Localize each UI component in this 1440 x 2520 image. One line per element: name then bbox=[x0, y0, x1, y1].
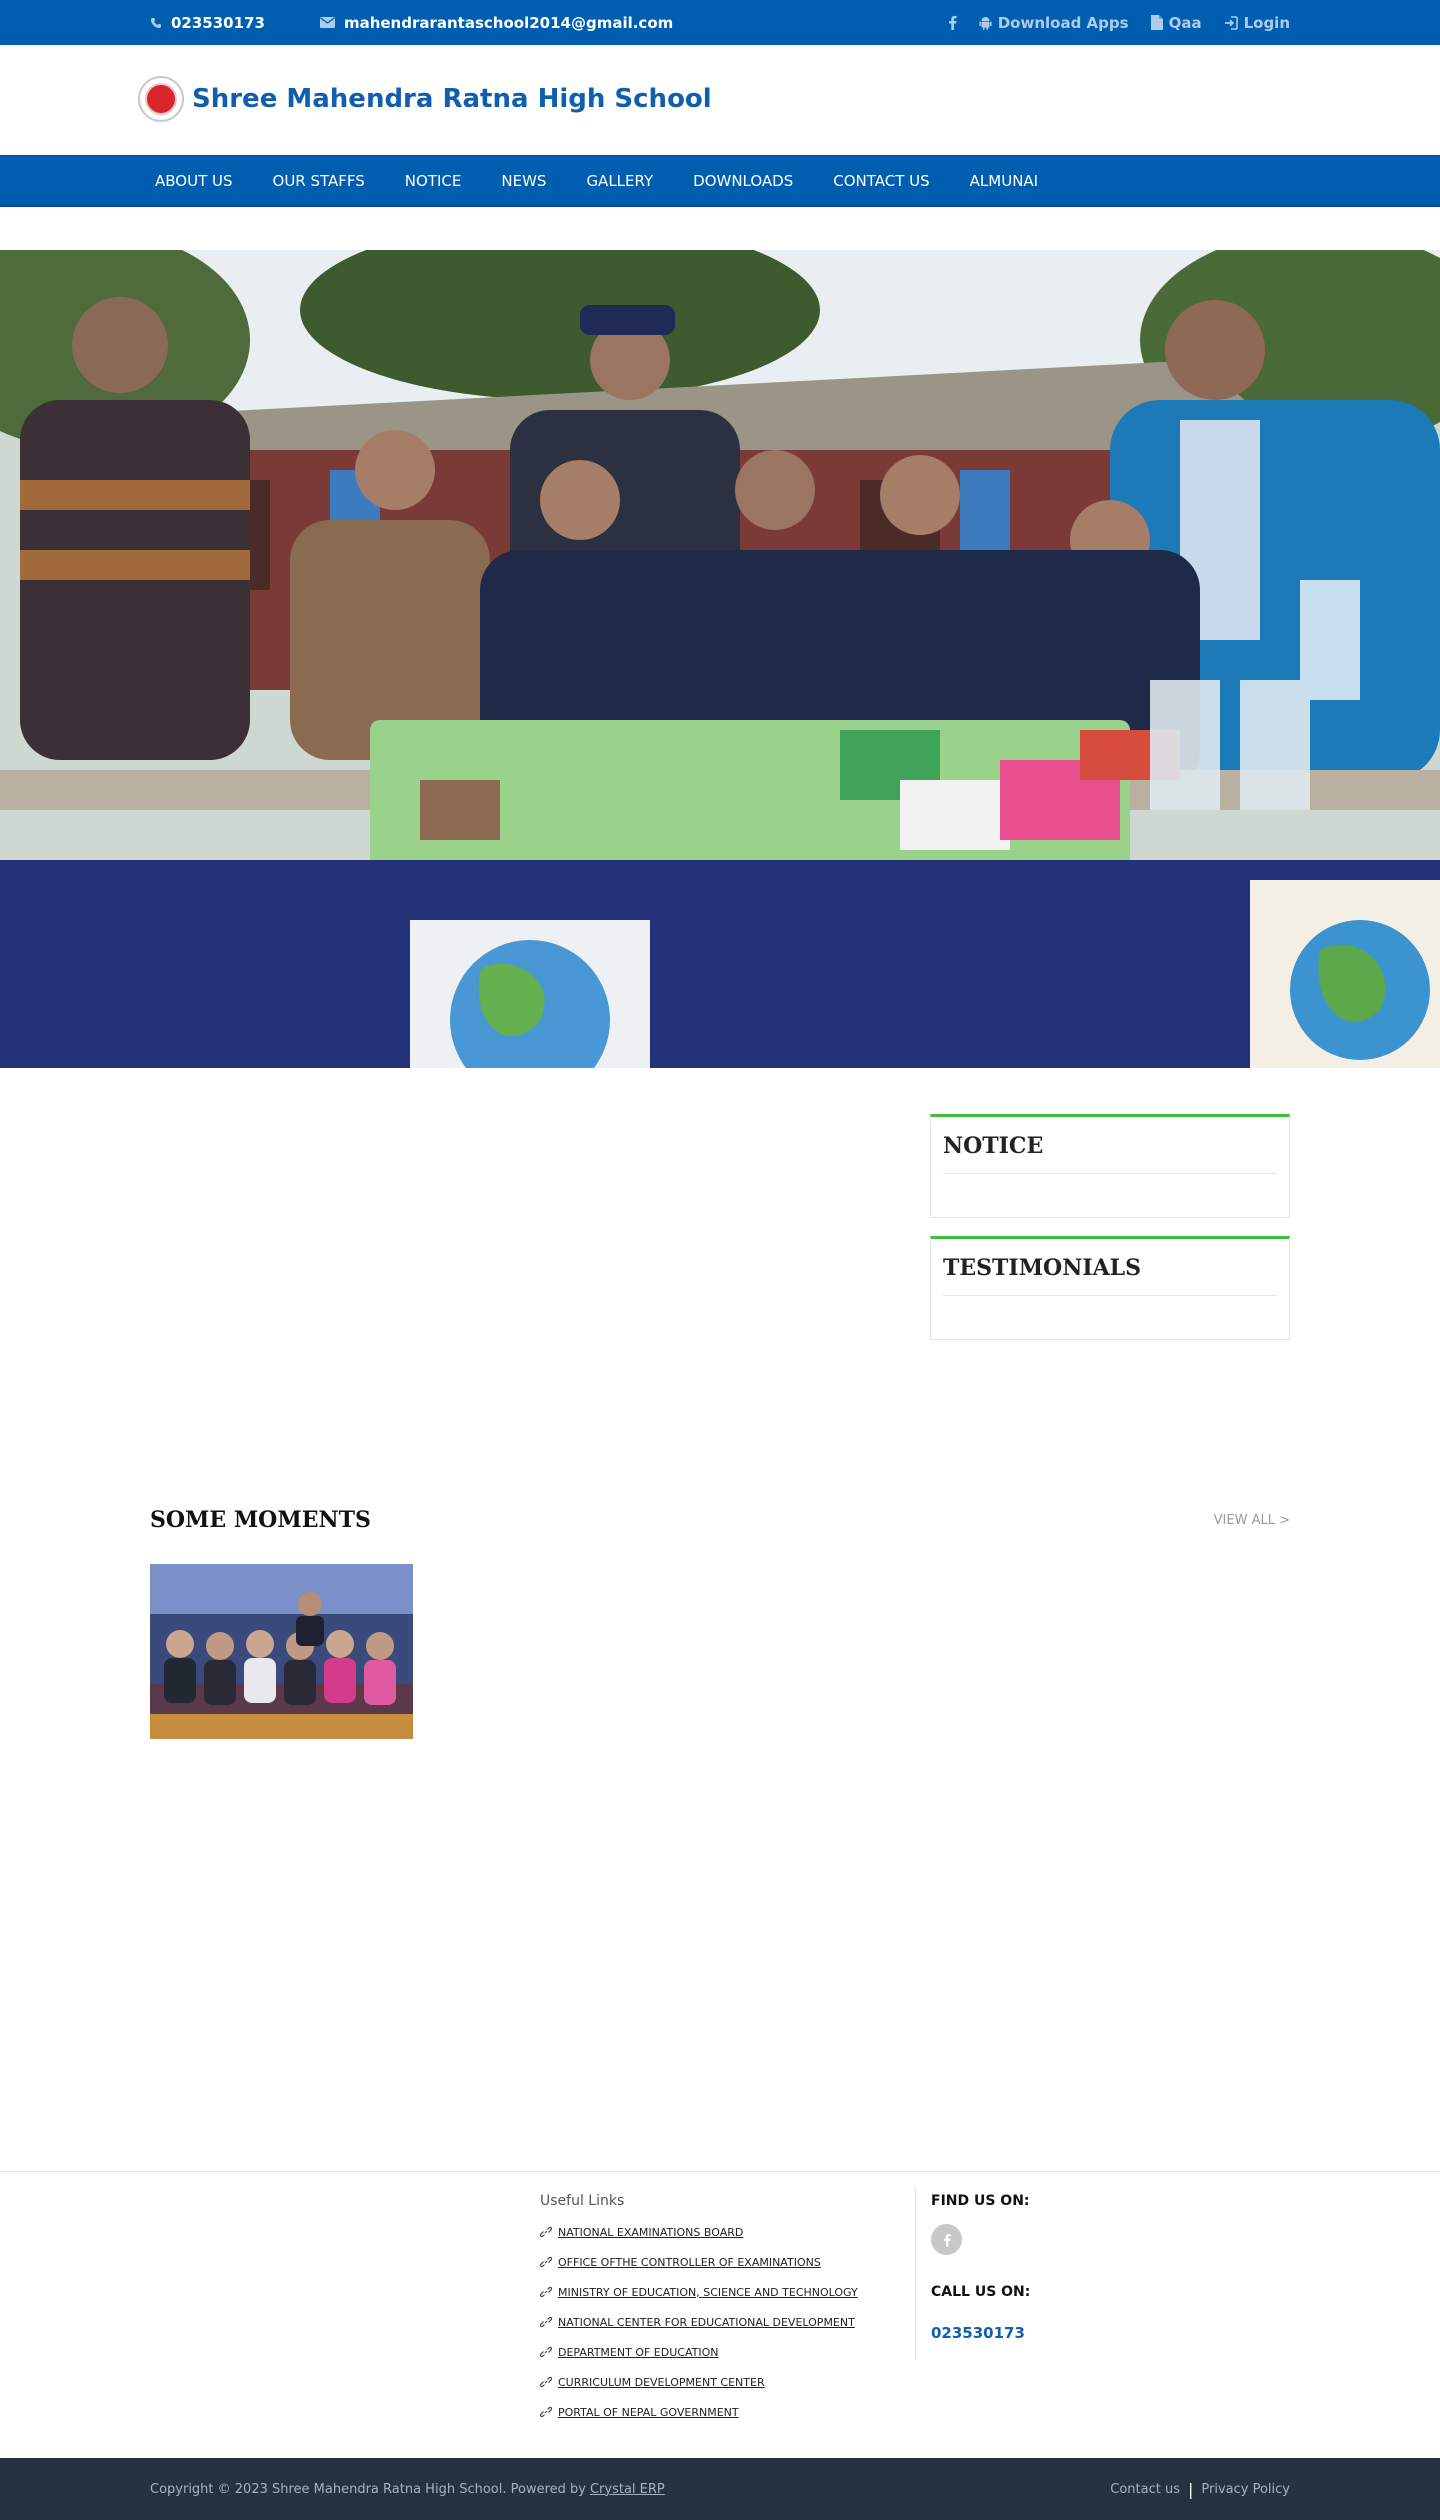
find-us-section: FIND US ON: CALL US ON: 023530173 bbox=[931, 2193, 1030, 2342]
copyright-text: Copyright © 2023 Shree Mahendra Ratna Hi… bbox=[150, 2481, 586, 2497]
nav-item-gallery[interactable]: GALLERY bbox=[566, 156, 673, 206]
useful-link-label: DEPARTMENT OF EDUCATION bbox=[558, 2345, 719, 2359]
footer-facebook-icon[interactable] bbox=[931, 2224, 962, 2255]
copyright: Copyright © 2023 Shree Mahendra Ratna Hi… bbox=[150, 2458, 665, 2520]
powered-by-link[interactable]: Crystal ERP bbox=[590, 2482, 665, 2497]
link-icon bbox=[540, 2256, 552, 2268]
nav-item-our-staffs[interactable]: OUR STAFFS bbox=[253, 156, 385, 206]
moments-title: SOME MOMENTS bbox=[150, 1507, 371, 1533]
testimonials-widget: TESTIMONIALS bbox=[930, 1236, 1290, 1340]
useful-link-item[interactable]: PORTAL OF NEPAL GOVERNMENT bbox=[540, 2397, 858, 2427]
bottom-links: Contact us | Privacy Policy bbox=[1110, 2458, 1290, 2520]
envelope-icon bbox=[319, 17, 335, 28]
download-apps-link[interactable]: Download Apps bbox=[979, 14, 1129, 32]
topbar-phone[interactable]: 023530173 bbox=[150, 14, 265, 32]
file-icon bbox=[1150, 15, 1163, 30]
testimonials-widget-title: TESTIMONIALS bbox=[943, 1255, 1277, 1296]
contact-us-link[interactable]: Contact us bbox=[1110, 2482, 1180, 2497]
link-icon bbox=[540, 2226, 552, 2238]
useful-link-label: NATIONAL EXAMINATIONS BOARD bbox=[558, 2225, 744, 2239]
facebook-icon[interactable] bbox=[948, 15, 957, 30]
topbar-email[interactable]: mahendrarantaschool2014@gmail.com bbox=[319, 13, 674, 32]
useful-link-item[interactable]: OFFICE OFTHE CONTROLLER OF EXAMINATIONS bbox=[540, 2247, 858, 2277]
phone-icon bbox=[150, 17, 162, 29]
hero-banner-image bbox=[0, 250, 1440, 1068]
main-nav: ABOUT US OUR STAFFS NOTICE NEWS GALLERY … bbox=[0, 155, 1440, 207]
nav-item-news[interactable]: NEWS bbox=[481, 156, 566, 206]
nav-item-almunai[interactable]: ALMUNAI bbox=[950, 156, 1058, 206]
privacy-policy-link[interactable]: Privacy Policy bbox=[1201, 2482, 1290, 2497]
link-icon bbox=[540, 2316, 552, 2328]
topbar-phone-text: 023530173 bbox=[171, 13, 265, 32]
useful-link-label: CURRICULUM DEVELOPMENT CENTER bbox=[558, 2375, 765, 2389]
login-label: Login bbox=[1243, 13, 1290, 32]
useful-link-label: OFFICE OFTHE CONTROLLER OF EXAMINATIONS bbox=[558, 2255, 821, 2269]
link-icon bbox=[540, 2346, 552, 2358]
useful-links-section: Useful Links NATIONAL EXAMINATIONS BOARD… bbox=[540, 2193, 858, 2427]
link-icon bbox=[540, 2286, 552, 2298]
useful-link-label: PORTAL OF NEPAL GOVERNMENT bbox=[558, 2405, 739, 2419]
useful-link-label: MINISTRY OF EDUCATION, SCIENCE AND TECHN… bbox=[558, 2285, 858, 2299]
school-logo bbox=[138, 76, 184, 122]
topbar-actions: Download Apps Qaa Login bbox=[948, 0, 1290, 45]
nav-item-downloads[interactable]: DOWNLOADS bbox=[673, 156, 813, 206]
view-all-link[interactable]: VIEW ALL > bbox=[1214, 1513, 1290, 1528]
footer-column-divider bbox=[915, 2188, 916, 2360]
useful-link-item[interactable]: MINISTRY OF EDUCATION, SCIENCE AND TECHN… bbox=[540, 2277, 858, 2307]
contact-info: 023530173 mahendrarantaschool2014@gmail.… bbox=[150, 0, 673, 45]
site-title: Shree Mahendra Ratna High School bbox=[192, 84, 712, 114]
footer-phone[interactable]: 023530173 bbox=[931, 2324, 1030, 2342]
useful-link-item[interactable]: NATIONAL CENTER FOR EDUCATIONAL DEVELOPM… bbox=[540, 2307, 858, 2337]
topbar-email-text: mahendrarantaschool2014@gmail.com bbox=[343, 13, 674, 32]
notice-widget-title: NOTICE bbox=[943, 1133, 1277, 1174]
qaa-link[interactable]: Qaa bbox=[1150, 13, 1202, 32]
qaa-label: Qaa bbox=[1168, 13, 1202, 32]
android-icon bbox=[979, 16, 992, 30]
notice-widget: NOTICE bbox=[930, 1114, 1290, 1218]
nav-item-notice[interactable]: NOTICE bbox=[385, 156, 482, 206]
login-icon bbox=[1224, 15, 1238, 30]
useful-link-item[interactable]: CURRICULUM DEVELOPMENT CENTER bbox=[540, 2367, 858, 2397]
bottom-bar: Copyright © 2023 Shree Mahendra Ratna Hi… bbox=[0, 2458, 1440, 2520]
useful-link-label: NATIONAL CENTER FOR EDUCATIONAL DEVELOPM… bbox=[558, 2315, 855, 2329]
link-icon bbox=[540, 2406, 552, 2418]
useful-links-title: Useful Links bbox=[540, 2193, 625, 2209]
moment-thumbnail[interactable] bbox=[150, 1564, 413, 1739]
find-us-label: FIND US ON: bbox=[931, 2193, 1030, 2209]
call-us-label: CALL US ON: bbox=[931, 2284, 1031, 2300]
link-separator: | bbox=[1188, 2479, 1194, 2499]
login-link[interactable]: Login bbox=[1224, 14, 1290, 32]
nav-item-about-us[interactable]: ABOUT US bbox=[135, 156, 253, 206]
site-brand[interactable]: Shree Mahendra Ratna High School bbox=[138, 76, 712, 122]
download-apps-label: Download Apps bbox=[997, 13, 1129, 32]
nav-item-contact-us[interactable]: CONTACT US bbox=[813, 156, 949, 206]
footer-divider bbox=[0, 2171, 1440, 2172]
top-bar: 023530173 mahendrarantaschool2014@gmail.… bbox=[0, 0, 1440, 45]
useful-link-item[interactable]: DEPARTMENT OF EDUCATION bbox=[540, 2337, 858, 2367]
link-icon bbox=[540, 2376, 552, 2388]
useful-link-item[interactable]: NATIONAL EXAMINATIONS BOARD bbox=[540, 2217, 858, 2247]
